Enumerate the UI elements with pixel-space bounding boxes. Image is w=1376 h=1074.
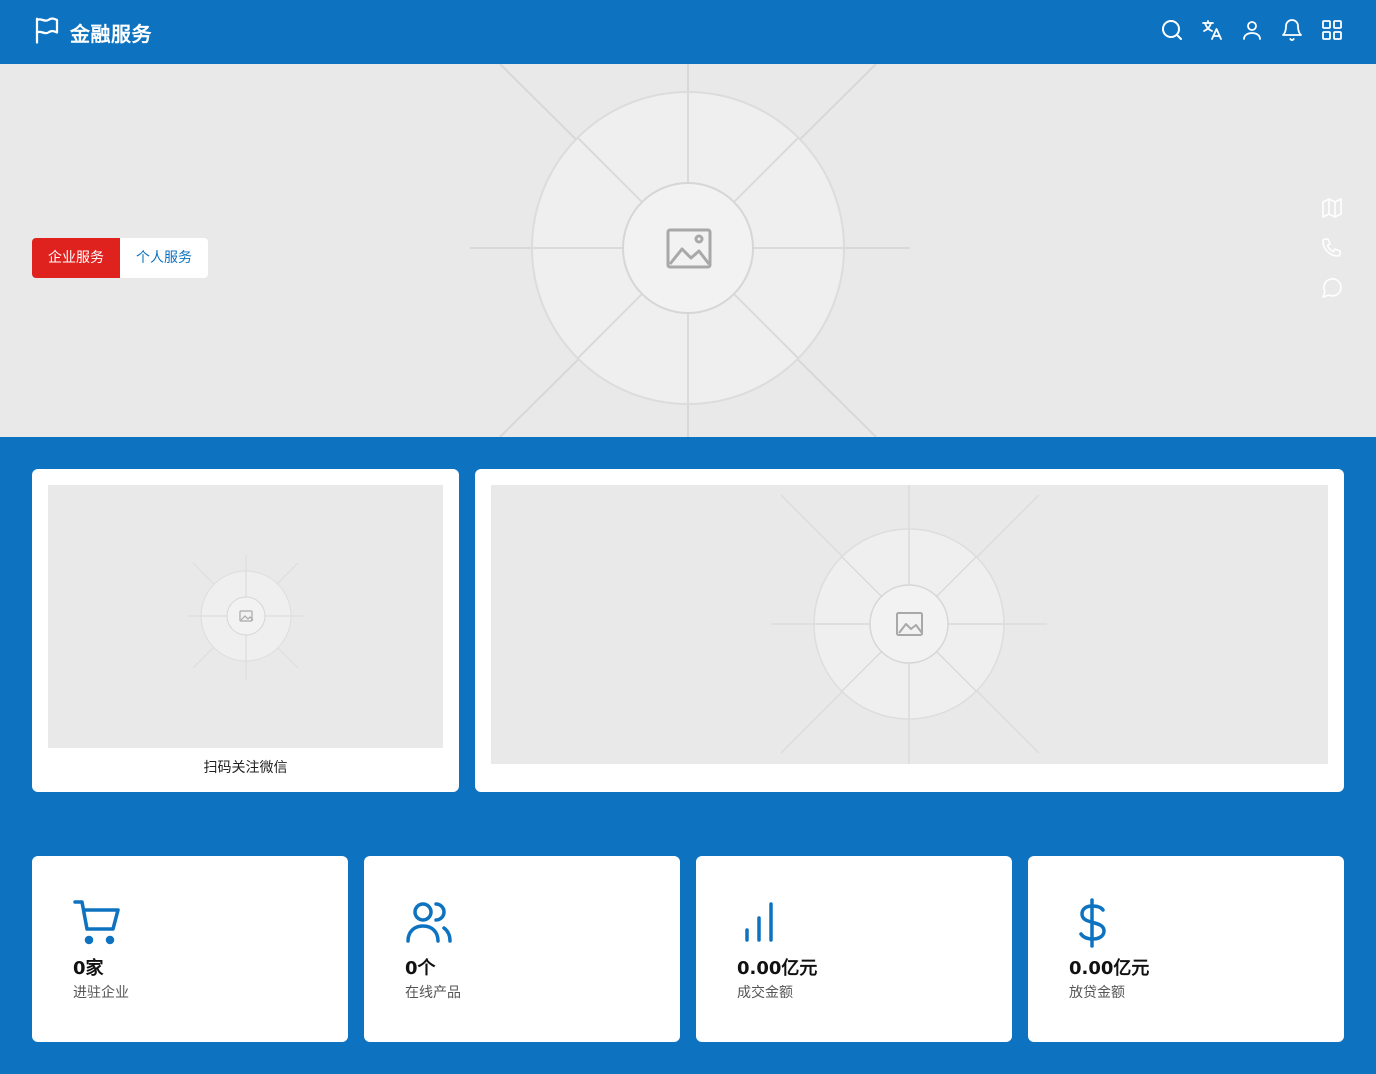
stat-value: 0个 [405,958,436,979]
stat-value: 0.00亿元 [1069,958,1150,979]
phone-icon[interactable] [1320,236,1344,260]
bell-icon[interactable] [1280,18,1304,42]
translate-icon[interactable] [1200,18,1224,42]
user-icon[interactable] [1240,18,1264,42]
dollar-icon [1068,898,1118,948]
tab-enterprise-service[interactable]: 企业服务 [32,238,120,278]
search-icon[interactable] [1160,18,1184,42]
hero-banner: 企业服务 个人服务 [0,64,1376,437]
stat-value: 0家 [73,958,104,979]
flag-icon [32,15,62,49]
qr-code-image-placeholder [48,485,443,748]
chat-icon[interactable] [1320,276,1344,300]
stat-label: 在线产品 [405,985,461,1001]
stat-card-deal-amount: 0.00亿元 成交金额 [696,856,1012,1042]
feature-image-card [475,469,1344,792]
service-tabs: 企业服务 个人服务 [32,238,208,278]
stat-card-enterprises: 0家 进驻企业 [32,856,348,1042]
qr-caption: 扫码关注微信 [203,760,288,776]
app-title: 金融服务 [70,21,152,46]
tab-personal-service[interactable]: 个人服务 [120,238,208,278]
apps-grid-icon[interactable] [1320,18,1344,42]
wechat-qr-card: 扫码关注微信 [32,469,459,792]
feature-image-placeholder [491,485,1328,764]
brand[interactable]: 金融服务 [32,16,152,48]
top-navbar: 金融服务 [0,0,1376,64]
bar-chart-icon [736,898,786,948]
side-tool-bar [1320,196,1344,300]
cart-icon [72,898,122,948]
stat-label: 放贷金额 [1069,985,1125,1001]
stat-label: 进驻企业 [73,985,129,1001]
stat-card-loan-amount: 0.00亿元 放贷金额 [1028,856,1344,1042]
map-icon[interactable] [1320,196,1344,220]
stat-value: 0.00亿元 [737,958,818,979]
stat-card-products: 0个 在线产品 [364,856,680,1042]
stat-label: 成交金额 [737,985,793,1001]
top-icon-bar [1160,18,1344,42]
users-icon [404,898,454,948]
